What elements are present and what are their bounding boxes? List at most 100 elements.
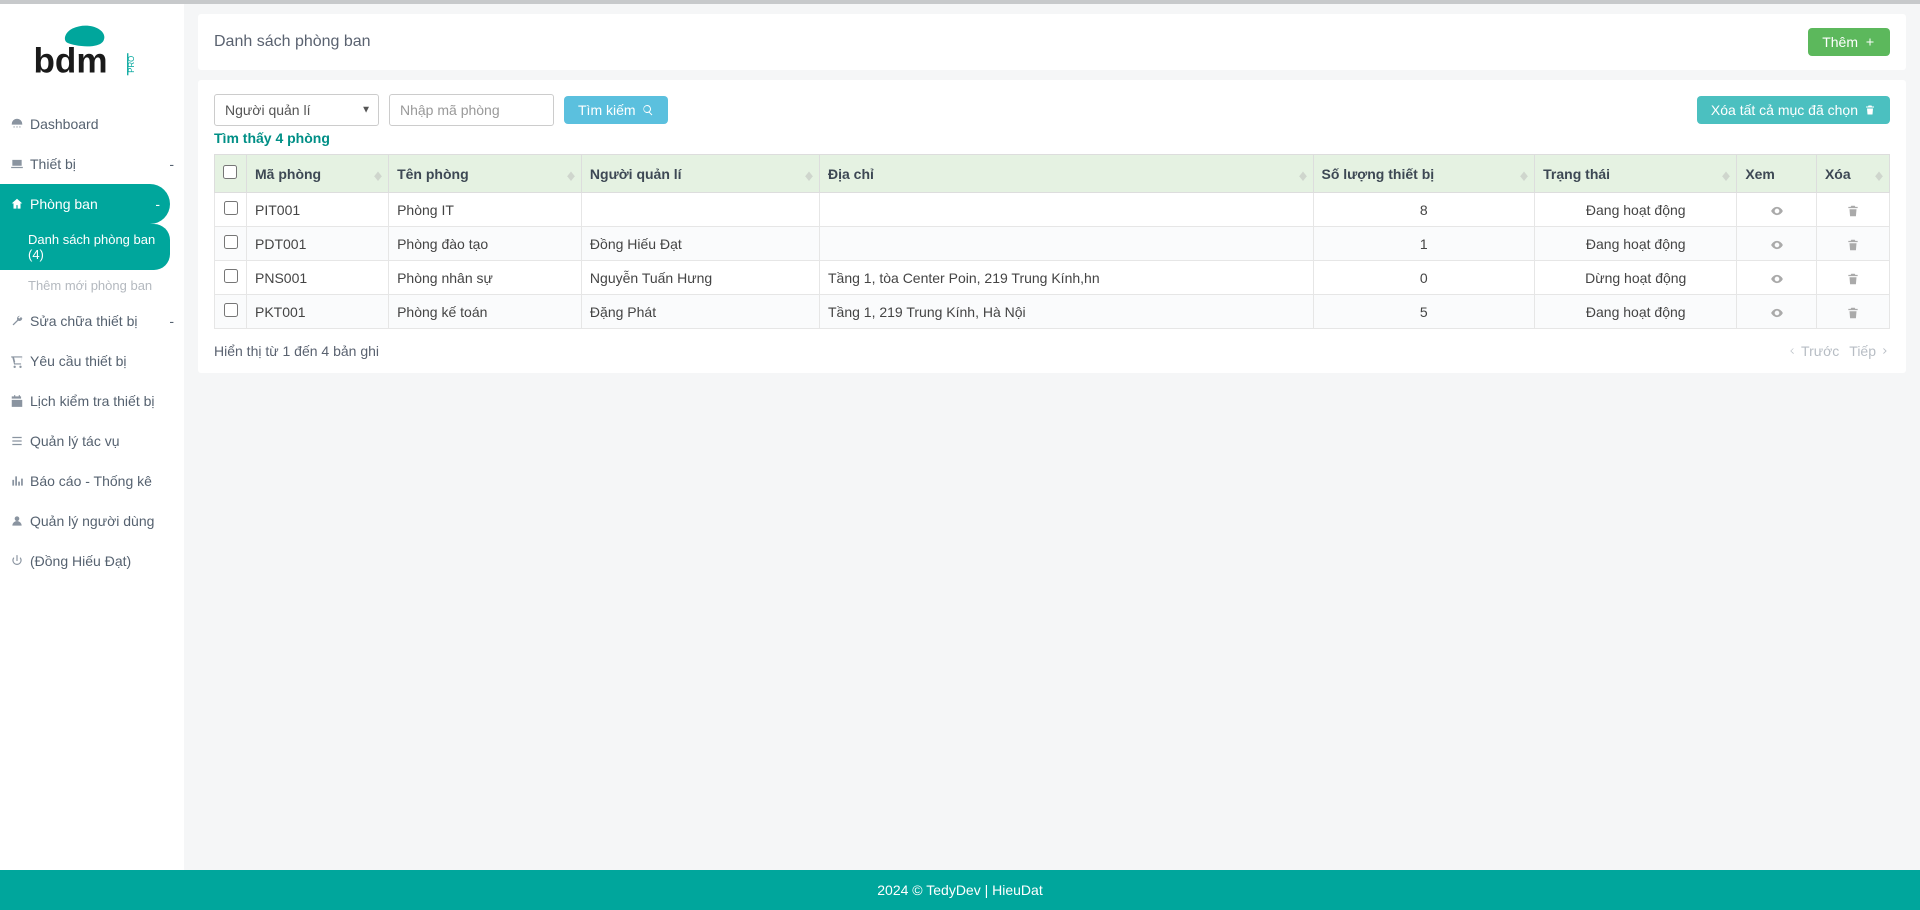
power-icon [10,554,24,568]
pagination: Trước Tiếp [1787,343,1890,359]
search-button[interactable]: Tìm kiếm [564,96,668,124]
list-icon [10,434,24,448]
cell-status: Đang hoạt động [1535,193,1737,227]
sidebar-item-7[interactable]: Báo cáo - Thống kê [0,461,184,501]
add-button[interactable]: Thêm [1808,28,1890,56]
row-checkbox[interactable] [224,303,238,317]
cell-manager: Đồng Hiếu Đạt [581,227,819,261]
header-view: Xem [1737,155,1817,193]
cell-status: Đang hoạt động [1535,295,1737,329]
header-manager[interactable]: Người quản lí [581,155,819,193]
user-icon [10,514,24,528]
sidebar-item-0[interactable]: Dashboard [0,104,184,144]
sidebar-subitem-1[interactable]: Thêm mới phòng ban [0,270,184,301]
row-checkbox[interactable] [224,201,238,215]
sidebar-item-label: Báo cáo - Thống kê [30,473,152,489]
manager-select[interactable]: Người quản lí ▼ [214,94,379,126]
chevron-left-icon [1787,346,1797,356]
caret-icon: - [169,156,174,172]
sidebar-item-label: Lịch kiểm tra thiết bị [30,393,155,409]
select-all-checkbox[interactable] [223,165,237,179]
header-address[interactable]: Địa chỉ [819,155,1313,193]
sidebar-subitem-0[interactable]: Danh sách phòng ban (4) [0,224,170,270]
view-icon[interactable] [1770,201,1784,217]
sidebar-item-3[interactable]: Sửa chữa thiết bị - [0,301,184,341]
table-row: PIT001Phòng IT 8Đang hoạt động [215,193,1890,227]
content-card: Người quản lí ▼ Tìm kiếm Xóa tất cả mục … [198,80,1906,373]
cell-code: PNS001 [247,261,389,295]
view-icon[interactable] [1770,303,1784,319]
cell-manager: Đặng Phát [581,295,819,329]
barchart-icon [10,474,24,488]
cell-address [819,193,1313,227]
pager-prev-label: Trước [1801,343,1839,359]
filter-bar: Người quản lí ▼ Tìm kiếm Xóa tất cả mục … [214,94,1890,126]
delete-icon[interactable] [1846,303,1860,319]
cell-name: Phòng đào tạo [389,227,582,261]
header-device-count[interactable]: Số lượng thiết bị [1313,155,1535,193]
room-code-input[interactable] [389,94,554,126]
cell-status: Dừng hoạt động [1535,261,1737,295]
caret-icon: - [155,196,160,212]
sidebar-item-label: Phòng ban [30,196,98,212]
sidebar-item-5[interactable]: Lịch kiểm tra thiết bị [0,381,184,421]
sidebar-item-4[interactable]: Yêu cầu thiết bị [0,341,184,381]
pager-next[interactable]: Tiếp [1849,343,1890,359]
table-footer: Hiển thị từ 1 đến 4 bản ghi Trước Tiếp [214,343,1890,359]
header-name[interactable]: Tên phòng [389,155,582,193]
delete-icon[interactable] [1846,235,1860,251]
footer-text: 2024 © TedyDev | HieuDat [877,882,1042,898]
sidebar-item-9[interactable]: (Đồng Hiếu Đạt) [0,541,184,581]
delete-selected-button[interactable]: Xóa tất cả mục đã chọn [1697,96,1890,124]
sidebar-item-6[interactable]: Quản lý tác vụ [0,421,184,461]
sidebar-item-label: Quản lý người dùng [30,513,154,529]
delete-icon[interactable] [1846,201,1860,217]
header-code[interactable]: Mã phòng [247,155,389,193]
search-button-label: Tìm kiếm [578,102,636,118]
dashboard-icon [10,117,24,131]
add-button-label: Thêm [1822,34,1858,50]
cell-address [819,227,1313,261]
delete-icon[interactable] [1846,269,1860,285]
header-delete[interactable]: Xóa [1816,155,1889,193]
view-icon[interactable] [1770,235,1784,251]
sidebar-item-label: Yêu cầu thiết bị [30,353,127,369]
sidebar-item-label: Sửa chữa thiết bị [30,313,137,329]
page-title: Danh sách phòng ban [214,33,371,51]
sidebar-item-2[interactable]: Phòng ban - [0,184,170,224]
header-checkbox-cell [215,155,247,193]
delete-selected-label: Xóa tất cả mục đã chọn [1711,102,1858,118]
cell-code: PDT001 [247,227,389,261]
sidebar-item-label: Quản lý tác vụ [30,433,120,449]
view-icon[interactable] [1770,269,1784,285]
cell-count: 1 [1313,227,1535,261]
calendar-icon [10,394,24,408]
cart-icon [10,354,24,368]
cell-status: Đang hoạt động [1535,227,1737,261]
trash-icon [1864,104,1876,116]
cell-address: Tầng 1, tòa Center Poin, 219 Trung Kính,… [819,261,1313,295]
cell-code: PKT001 [247,295,389,329]
sidebar-nav: Dashboard Thiết bị - Phòng ban - Danh sách ph… [0,104,184,581]
sidebar-item-8[interactable]: Quản lý người dùng [0,501,184,541]
row-checkbox[interactable] [224,235,238,249]
sidebar-item-label: Thiết bị [30,156,76,172]
wrench-icon [10,314,24,328]
sidebar-item-label: (Đồng Hiếu Đạt) [30,553,131,569]
svg-text:PRO: PRO [127,55,136,72]
header-status[interactable]: Trạng thái [1535,155,1737,193]
pager-prev[interactable]: Trước [1787,343,1839,359]
table-info: Hiển thị từ 1 đến 4 bản ghi [214,343,379,359]
row-checkbox[interactable] [224,269,238,283]
cell-address: Tầng 1, 219 Trung Kính, Hà Nội [819,295,1313,329]
results-count: Tìm thấy 4 phòng [214,130,1890,146]
table-row: PKT001Phòng kế toánĐặng PhátTầng 1, 219 … [215,295,1890,329]
table-row: PNS001Phòng nhân sựNguyễn Tuấn HưngTầng … [215,261,1890,295]
cell-code: PIT001 [247,193,389,227]
cell-name: Phòng IT [389,193,582,227]
rooms-table: Mã phòng Tên phòng Người quản lí Địa chỉ… [214,154,1890,329]
caret-icon: - [169,313,174,329]
sidebar-item-1[interactable]: Thiết bị - [0,144,184,184]
cell-count: 8 [1313,193,1535,227]
sidebar: bdm PRO DashboardThiết bị-Phòng ban-Danh… [0,4,184,870]
